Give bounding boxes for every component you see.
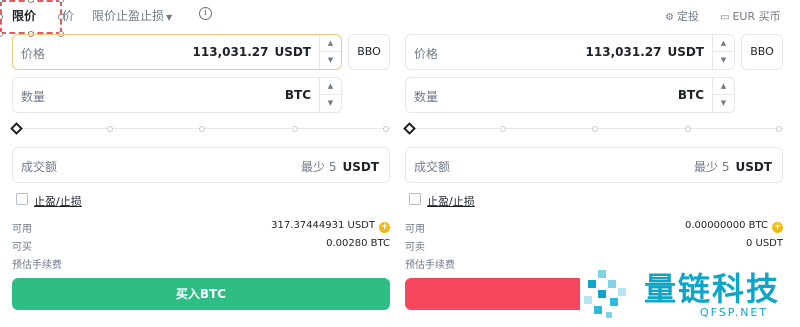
available-amount: 0.00000000 BTC bbox=[685, 220, 768, 231]
price-unit: USDT bbox=[667, 45, 704, 59]
available-label: 可用 bbox=[12, 224, 32, 235]
quantity-spacer bbox=[12, 77, 390, 113]
buy-crypto-link[interactable]: ▭ EUR 买币 bbox=[720, 8, 781, 24]
sell-total-input[interactable]: 成交额 最少 5 USDT bbox=[405, 147, 783, 183]
can-buy-value: 0.00280 BTC bbox=[326, 238, 390, 249]
fee-label: 预估手续费 bbox=[12, 260, 62, 271]
decrement-icon[interactable]: ▼ bbox=[320, 52, 341, 69]
price-value: 113,031.27 USDT bbox=[586, 45, 704, 59]
total-label: 成交额 bbox=[414, 160, 451, 174]
watermark-subtext: QFSP.NET bbox=[700, 306, 769, 319]
price-stepper: ▲ ▼ bbox=[319, 35, 341, 69]
buy-total-input[interactable]: 成交额 最少 5 USDT bbox=[12, 147, 390, 183]
price-stepper: ▲ ▼ bbox=[712, 35, 734, 69]
tpsl-label[interactable]: 止盈/止损 bbox=[34, 193, 82, 209]
buy-amount-slider[interactable] bbox=[10, 122, 390, 135]
can-sell-label: 可卖 bbox=[405, 242, 425, 253]
available-label: 可用 bbox=[405, 224, 425, 235]
bbo-button[interactable]: BBO bbox=[741, 34, 783, 70]
slider-tick[interactable] bbox=[685, 126, 691, 132]
total-value: 最少 5 USDT bbox=[301, 158, 379, 175]
sell-price-input[interactable]: 价格 113,031.27 USDT ▲ ▼ bbox=[405, 34, 735, 70]
price-number: 113,031.27 bbox=[192, 45, 269, 59]
watermark: 量链科技 QFSP.NET bbox=[580, 262, 800, 327]
slider-tick[interactable] bbox=[776, 126, 782, 132]
bbo-button[interactable]: BBO bbox=[348, 34, 390, 70]
selection-box bbox=[0, 0, 62, 34]
add-funds-icon[interactable]: + bbox=[772, 222, 783, 233]
auto-invest-label: 定投 bbox=[676, 10, 699, 23]
price-unit: USDT bbox=[274, 45, 311, 59]
watermark-text: 量链科技 bbox=[644, 270, 781, 308]
price-number: 113,031.27 bbox=[585, 45, 662, 59]
available-value: 0.00000000 BTC + bbox=[685, 220, 783, 233]
selection-handle[interactable] bbox=[58, 0, 64, 3]
slider-tick[interactable] bbox=[107, 126, 113, 132]
tab-stop-limit-label: 限价止盈止损 bbox=[92, 9, 165, 23]
order-type-bar: 限价 价 限价止盈止损 ▼ i ⚙ 定投 ▭ EUR 买币 bbox=[0, 0, 800, 37]
decrement-icon[interactable]: ▼ bbox=[713, 95, 734, 112]
increment-icon[interactable]: ▲ bbox=[713, 78, 734, 95]
price-value: 113,031.27 USDT bbox=[193, 45, 311, 59]
tab-stop-limit[interactable]: 限价止盈止损 ▼ bbox=[92, 7, 172, 24]
slider-tick[interactable] bbox=[592, 126, 598, 132]
buy-crypto-label: EUR 买币 bbox=[732, 10, 781, 23]
can-buy-label: 可买 bbox=[12, 242, 32, 253]
slider-tick[interactable] bbox=[292, 126, 298, 132]
can-sell-row: 可卖 0 USDT bbox=[405, 238, 783, 254]
fee-label: 预估手续费 bbox=[405, 260, 455, 271]
total-unit: USDT bbox=[735, 160, 772, 174]
increment-icon[interactable]: ▲ bbox=[320, 35, 341, 52]
available-value: 317.37444931 USDT + bbox=[271, 220, 390, 233]
total-min: 最少 5 bbox=[301, 160, 337, 174]
quantity-unit: BTC bbox=[677, 88, 704, 102]
tpsl-label[interactable]: 止盈/止损 bbox=[427, 193, 475, 209]
price-label: 价格 bbox=[21, 47, 46, 61]
quantity-label: 数量 bbox=[414, 90, 439, 104]
tpsl-checkbox[interactable] bbox=[16, 193, 28, 205]
auto-invest-icon: ⚙ bbox=[665, 12, 674, 23]
info-icon[interactable]: i bbox=[199, 7, 212, 20]
can-sell-value: 0 USDT bbox=[745, 238, 783, 249]
price-label: 价格 bbox=[414, 47, 439, 61]
card-icon: ▭ bbox=[720, 12, 730, 23]
slider-handle[interactable] bbox=[403, 122, 416, 135]
increment-icon[interactable]: ▲ bbox=[713, 35, 734, 52]
available-amount: 317.37444931 USDT bbox=[271, 220, 375, 231]
buy-panel: 价格 113,031.27 USDT ▲ ▼ BBO 数量 BTC ▲ ▼ 成交额… bbox=[10, 32, 392, 327]
sell-amount-slider[interactable] bbox=[403, 122, 783, 135]
slider-tick[interactable] bbox=[199, 126, 205, 132]
chevron-down-icon: ▼ bbox=[166, 13, 173, 22]
buy-button[interactable]: 买入BTC bbox=[12, 278, 390, 310]
selection-handle[interactable] bbox=[58, 14, 64, 20]
total-min: 最少 5 bbox=[694, 160, 730, 174]
total-label: 成交额 bbox=[21, 160, 58, 174]
available-row: 可用 0.00000000 BTC + bbox=[405, 220, 783, 236]
total-value: 最少 5 USDT bbox=[694, 158, 772, 175]
decrement-icon[interactable]: ▼ bbox=[713, 52, 734, 69]
slider-handle[interactable] bbox=[10, 122, 23, 135]
watermark-logo bbox=[584, 270, 626, 318]
selection-handle[interactable] bbox=[0, 31, 3, 37]
sell-quantity-input[interactable]: 数量 BTC ▲ ▼ bbox=[405, 77, 735, 113]
buy-price-input[interactable]: 价格 113,031.27 USDT ▲ ▼ bbox=[12, 34, 342, 70]
fee-row: 预估手续费 bbox=[12, 256, 390, 272]
total-unit: USDT bbox=[342, 160, 379, 174]
tpsl-checkbox[interactable] bbox=[409, 193, 421, 205]
slider-tick[interactable] bbox=[383, 126, 389, 132]
slider-tick[interactable] bbox=[500, 126, 506, 132]
can-buy-row: 可买 0.00280 BTC bbox=[12, 238, 390, 254]
quantity-stepper: ▲ ▼ bbox=[712, 78, 734, 112]
auto-invest-link[interactable]: ⚙ 定投 bbox=[665, 8, 699, 24]
available-row: 可用 317.37444931 USDT + bbox=[12, 220, 390, 236]
add-funds-icon[interactable]: + bbox=[379, 222, 390, 233]
